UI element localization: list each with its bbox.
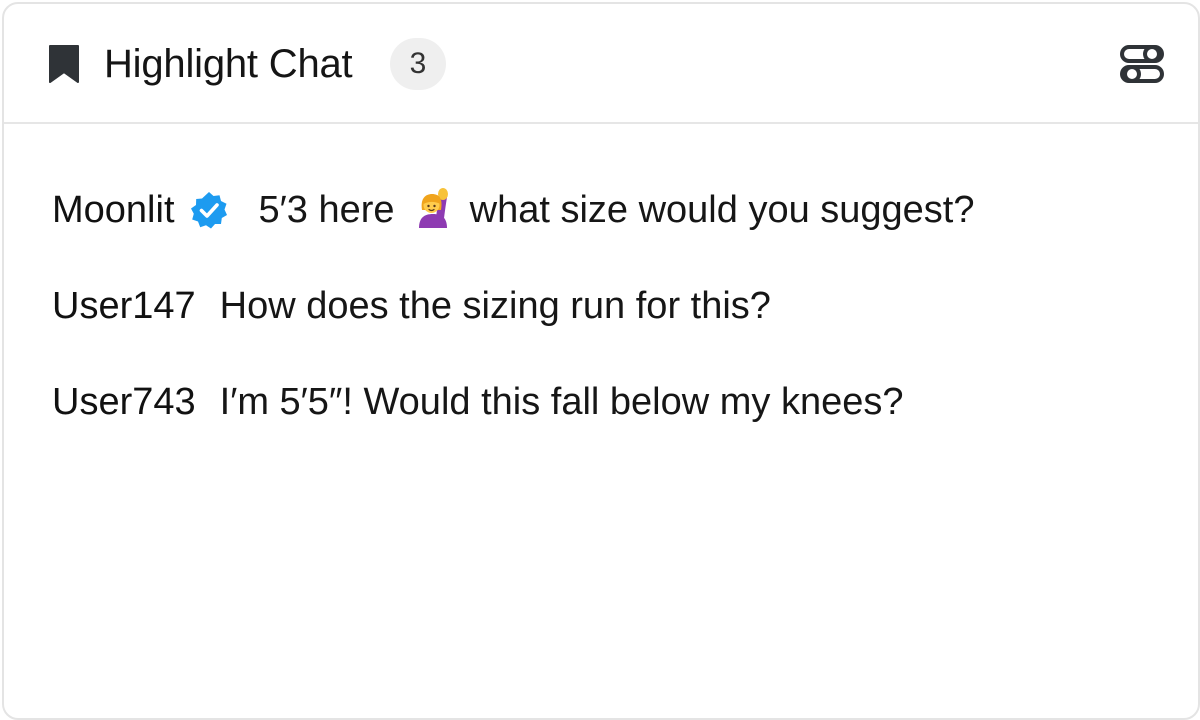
chat-title: Highlight Chat (104, 42, 353, 86)
author-name: User743 (52, 381, 196, 423)
bookmark-icon (49, 45, 79, 83)
message-text: 5′3 here what size would you suggest? (259, 182, 975, 238)
message-text: I′m 5′5″! Would this fall below my knees… (219, 381, 904, 423)
verified-badge-icon (190, 192, 227, 229)
chat-message: Moonlit 5′3 here what size would you sug… (52, 182, 1162, 278)
message-list: Moonlit 5′3 here what size would you sug… (52, 182, 1162, 470)
message-text-part: what size would you suggest? (469, 189, 975, 231)
author-name: Moonlit (52, 189, 175, 231)
message-count-badge: 3 (390, 38, 446, 90)
settings-button[interactable] (1112, 38, 1172, 90)
message-author[interactable]: Moonlit (52, 182, 235, 238)
message-text-part: 5′3 here (258, 189, 395, 231)
message-author[interactable]: User147 (52, 278, 196, 334)
chat-header: Highlight Chat 3 (4, 4, 1198, 124)
message-author[interactable]: User743 (52, 374, 196, 430)
author-name: User147 (52, 285, 196, 327)
highlight-chat-panel: Highlight Chat 3 Moonlit 5′3 here what s… (2, 2, 1200, 720)
chat-message: User743 I′m 5′5″! Would this fall below … (52, 374, 1162, 470)
raising-hand-emoji-icon (419, 188, 449, 228)
chat-message: User147 How does the sizing run for this… (52, 278, 1162, 374)
settings-toggle-icon (1120, 45, 1164, 83)
message-text: How does the sizing run for this? (219, 285, 771, 327)
